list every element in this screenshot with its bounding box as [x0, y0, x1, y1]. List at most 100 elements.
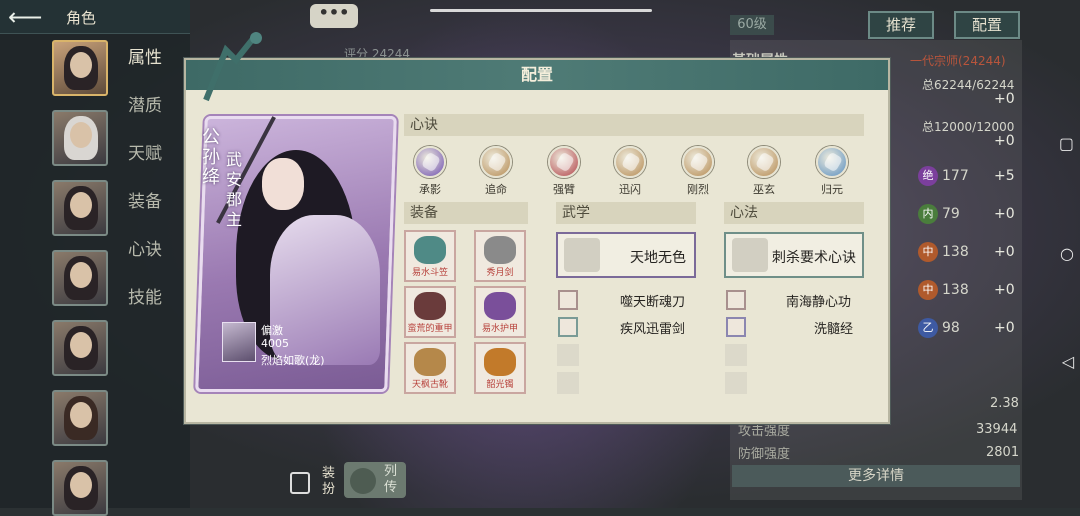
character-portrait[interactable] — [52, 110, 108, 166]
skill-label: 承影 — [419, 183, 441, 196]
defense-label: 防御强度 — [738, 447, 791, 462]
companion-avatar — [222, 322, 256, 362]
wuxue-item-name: 噬天断魂刀 — [620, 295, 686, 310]
equipment-section-header: 装备 — [404, 202, 528, 224]
biography-button[interactable]: 列传 — [344, 462, 406, 498]
stat-value: 177 — [942, 168, 969, 184]
character-portrait[interactable] — [52, 320, 108, 376]
skill-label: 巫玄 — [753, 183, 775, 196]
equipment-icon — [414, 236, 446, 264]
equipment-slot[interactable]: 天枫古靴 — [404, 342, 456, 394]
equipment-label: 秀月剑 — [486, 268, 514, 278]
character-portrait[interactable] — [52, 40, 108, 96]
stat-badge-icon: 绝 — [918, 166, 938, 186]
xinjue-section-header: 心诀 — [404, 114, 864, 136]
skill-icon — [548, 146, 580, 178]
character-number: 4005 — [261, 337, 289, 350]
stat-badge-icon: 乙 — [918, 318, 938, 338]
skill-icon — [748, 146, 780, 178]
stat-plus: +5 — [994, 168, 1015, 184]
more-detail-button[interactable]: 更多详情 — [732, 465, 1020, 487]
skill-slot[interactable]: 归元 — [812, 146, 852, 197]
skill-slot[interactable]: 承影 — [410, 146, 450, 197]
ratio-value: 2.38 — [990, 396, 1019, 411]
skill-slot[interactable]: 巫玄 — [744, 146, 784, 197]
skill-slot[interactable]: 迅闪 — [610, 146, 650, 197]
equipment-label: 天枫古靴 — [411, 380, 448, 390]
stat-plus: +0 — [994, 282, 1015, 298]
sidebar-item-skills[interactable]: 技能 — [128, 284, 162, 332]
stat-plus: +0 — [994, 206, 1015, 222]
skill-label: 归元 — [821, 183, 843, 196]
character-portrait[interactable] — [52, 390, 108, 446]
skill-slot[interactable]: 刚烈 — [678, 146, 718, 197]
empty-slot[interactable] — [725, 344, 747, 366]
equipment-label: 韶光镯 — [486, 380, 514, 390]
skill-label: 迅闪 — [619, 183, 641, 196]
skill-slot[interactable]: 强臂 — [544, 146, 584, 197]
xinfa-item[interactable]: 南海静心功 — [726, 290, 866, 310]
equipment-icon — [484, 292, 516, 320]
dress-button[interactable]: 装扮 — [286, 464, 342, 500]
hp-plus: +0 — [994, 91, 1015, 107]
equipment-slot[interactable]: 蛮荒的重甲 — [404, 286, 456, 338]
defense-value: 2801 — [986, 445, 1020, 460]
wuxue-item[interactable]: 疾风迅雷剑 — [558, 317, 698, 337]
stat-plus: +0 — [994, 244, 1015, 260]
page-title: 角色 — [66, 9, 97, 27]
character-skill-name: 烈焰如歌(龙) — [261, 354, 325, 367]
wuxue-main-name: 天地无色 — [630, 250, 686, 266]
skill-label: 刚烈 — [687, 183, 709, 196]
equipment-slot[interactable]: 韶光镯 — [474, 342, 526, 394]
ornament-icon — [203, 32, 262, 102]
xinfa-item-name: 南海静心功 — [786, 295, 852, 310]
empty-slot[interactable] — [725, 372, 747, 394]
equipment-slot[interactable]: 秀月剑 — [474, 230, 526, 282]
equipment-icon — [484, 348, 516, 376]
more-options-button[interactable]: ••• — [310, 4, 358, 28]
system-nav-bar: ▢ ○ ◁ — [1048, 0, 1080, 508]
sidebar-item-potential[interactable]: 潜质 — [128, 92, 162, 140]
top-bar: ⟵ 角色 — [0, 0, 190, 34]
skill-label: 强臂 — [553, 183, 575, 196]
empty-slot[interactable] — [557, 372, 579, 394]
character-portrait[interactable] — [52, 180, 108, 236]
back-nav-icon[interactable]: ◁ — [1062, 352, 1074, 371]
character-portrait[interactable] — [52, 250, 108, 306]
equipment-slot[interactable]: 易水斗笠 — [404, 230, 456, 282]
wuxue-item[interactable]: 噬天断魂刀 — [558, 290, 698, 310]
stat-badge-icon: 中 — [918, 280, 938, 300]
square-nav-icon[interactable]: ▢ — [1059, 134, 1074, 153]
xinfa-main-slot[interactable]: 刺杀要术心诀 — [724, 232, 864, 278]
sidebar-item-talent[interactable]: 天赋 — [128, 140, 162, 188]
meditation-icon — [732, 238, 768, 272]
circle-nav-icon[interactable]: ○ — [1060, 244, 1074, 263]
top-indicator — [430, 9, 652, 12]
xinfa-item-name: 洗髓经 — [814, 322, 854, 337]
blade-icon — [558, 290, 578, 310]
empty-slot[interactable] — [557, 344, 579, 366]
sidebar-item-attributes[interactable]: 属性 — [128, 44, 162, 92]
equipment-slot[interactable]: 易水护甲 — [474, 286, 526, 338]
stat-value: 98 — [942, 320, 960, 336]
dialog-title: 配置 — [186, 60, 888, 90]
recommend-button[interactable]: 推荐 — [868, 11, 934, 39]
skill-icon — [682, 146, 714, 178]
sword-icon — [558, 317, 578, 337]
skill-icon — [614, 146, 646, 178]
sidebar-item-xinjue[interactable]: 心诀 — [128, 236, 162, 284]
equipment-icon — [414, 292, 446, 320]
back-arrow-icon[interactable]: ⟵ — [8, 4, 48, 30]
stat-value: 79 — [942, 206, 960, 222]
wuxue-main-slot[interactable]: 天地无色 — [556, 232, 696, 278]
xinfa-item[interactable]: 洗髓经 — [726, 317, 866, 337]
wardrobe-icon — [290, 472, 310, 494]
skill-label: 追命 — [485, 183, 507, 196]
dress-label: 装扮 — [322, 466, 336, 497]
config-button[interactable]: 配置 — [954, 11, 1020, 39]
sidebar-item-equipment[interactable]: 装备 — [128, 188, 162, 236]
wuxue-item-name: 疾风迅雷剑 — [620, 322, 686, 337]
meditation-icon — [726, 317, 746, 337]
skill-slot[interactable]: 追命 — [476, 146, 516, 197]
xinfa-main-name: 刺杀要术心诀 — [772, 250, 856, 266]
